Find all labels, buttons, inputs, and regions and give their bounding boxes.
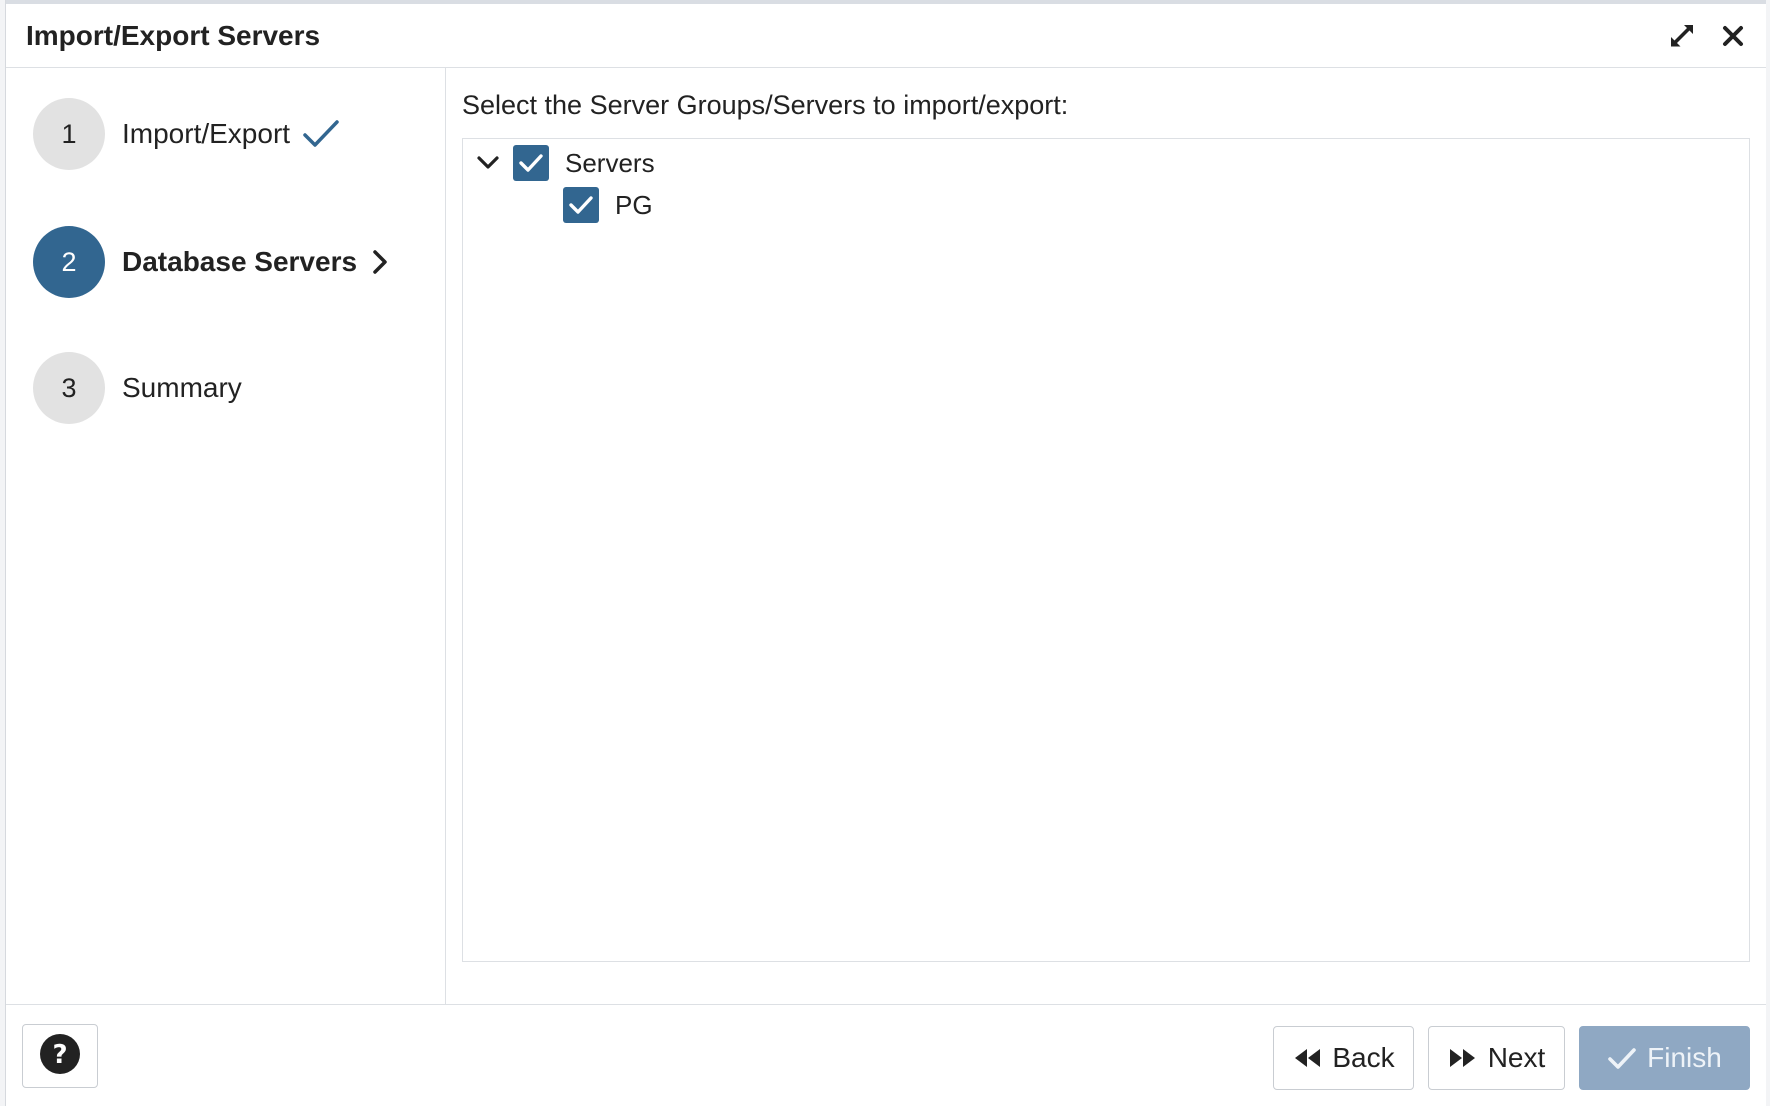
tree-row-servers-group: Servers — [473, 143, 655, 183]
step-label: Summary — [122, 372, 242, 403]
dialog-title: Import/Export Servers — [26, 20, 321, 51]
step-label: Database Servers — [122, 246, 358, 277]
step-database-servers[interactable]: 2 Database Servers — [33, 226, 391, 298]
dialog-footer: ? Back Next Finish — [6, 1004, 1766, 1110]
wizard-steps: 1 Import/Export 2 Database Servers 3 Sum… — [6, 68, 446, 1004]
checkmark-icon — [302, 119, 340, 149]
dialog-titlebar: Import/Export Servers — [6, 4, 1766, 68]
background-app-edge-right — [1766, 0, 1770, 1106]
servers-group-checkbox[interactable] — [513, 145, 549, 181]
close-icon[interactable] — [1717, 20, 1749, 52]
server-pg-label: PG — [615, 189, 653, 220]
expand-icon[interactable] — [1666, 20, 1698, 52]
finish-button-label: Finish — [1647, 1042, 1722, 1073]
step-label: Import/Export — [122, 118, 291, 149]
svg-text:?: ? — [52, 1040, 67, 1070]
back-button[interactable]: Back — [1273, 1026, 1414, 1090]
backward-icon — [1292, 1047, 1322, 1069]
step-import-export[interactable]: 1 Import/Export — [33, 98, 340, 170]
next-button-label: Next — [1487, 1042, 1546, 1073]
wizard-content: Select the Server Groups/Servers to impo… — [447, 68, 1766, 1004]
step-number: 3 — [33, 352, 105, 424]
chevron-down-icon[interactable] — [473, 148, 503, 178]
step-number: 2 — [33, 226, 105, 298]
servers-group-label: Servers — [565, 147, 655, 178]
instruction-text: Select the Server Groups/Servers to impo… — [462, 90, 1069, 120]
tree-row-server-pg: PG — [563, 185, 653, 225]
import-export-servers-dialog: Import/Export Servers 1 Import/Export 2 … — [6, 0, 1766, 1106]
question-circle-icon: ? — [39, 1033, 81, 1080]
chevron-right-icon — [369, 248, 391, 276]
help-button[interactable]: ? — [22, 1024, 98, 1088]
server-pg-checkbox[interactable] — [563, 187, 599, 223]
finish-button[interactable]: Finish — [1579, 1026, 1750, 1090]
checkmark-icon — [1607, 1046, 1637, 1070]
forward-icon — [1448, 1047, 1478, 1069]
back-button-label: Back — [1332, 1042, 1395, 1073]
step-number: 1 — [33, 98, 105, 170]
server-tree: Servers PG — [462, 138, 1750, 962]
next-button[interactable]: Next — [1428, 1026, 1565, 1090]
step-summary[interactable]: 3 Summary — [33, 352, 242, 424]
